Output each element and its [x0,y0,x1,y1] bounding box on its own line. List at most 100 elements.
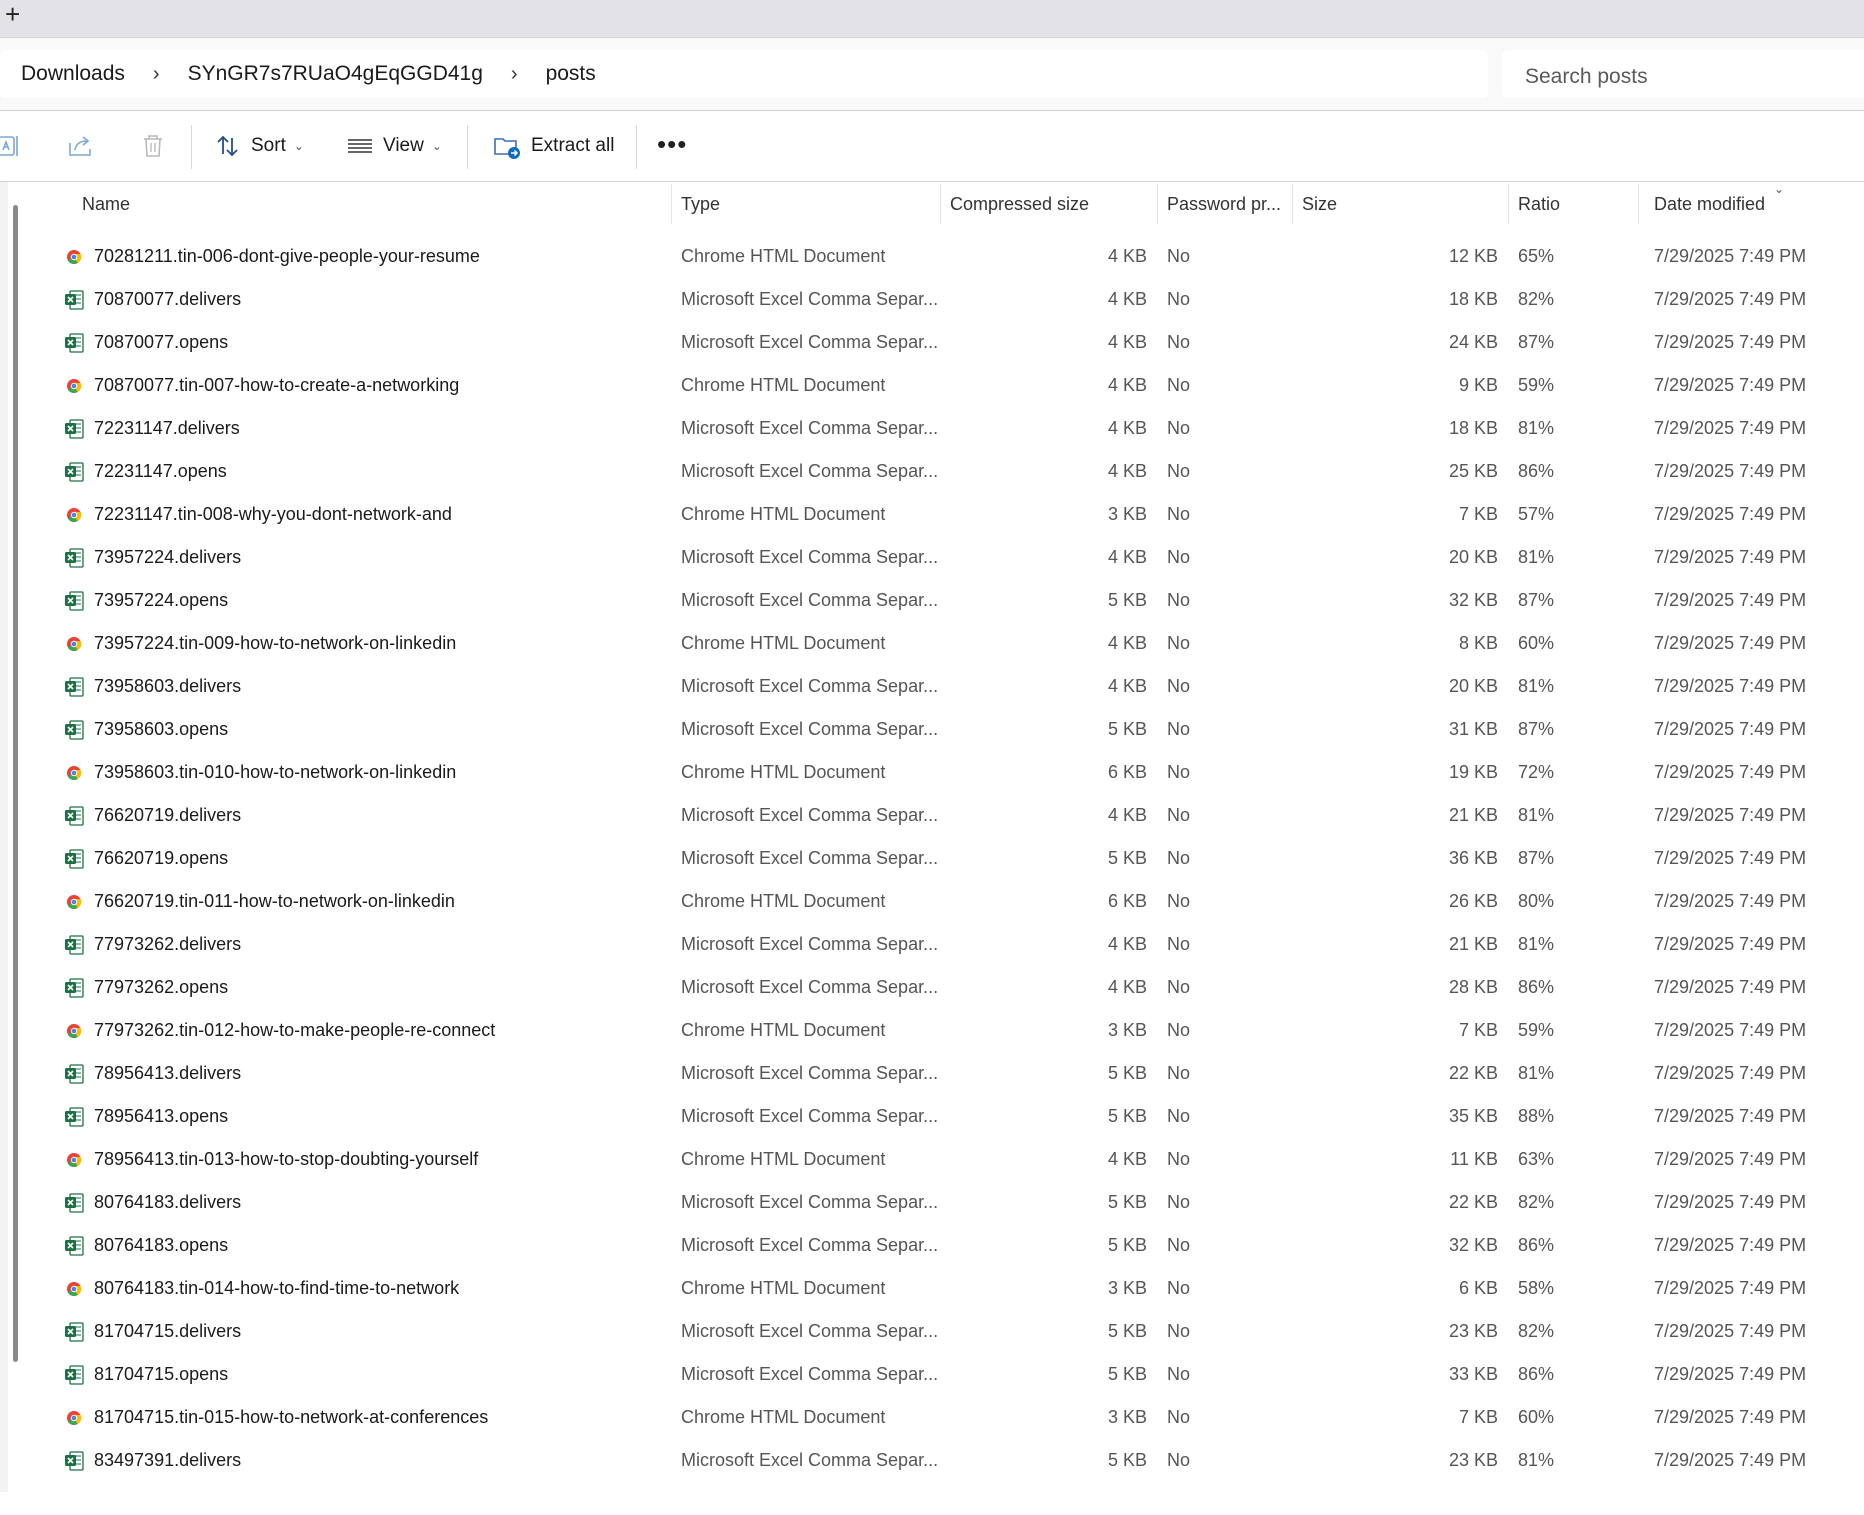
column-divider[interactable] [671,184,672,224]
sort-button[interactable]: Sort ⌄ [215,125,304,167]
file-row[interactable]: 78956413.tin-013-how-to-stop-doubting-yo… [30,1138,1864,1181]
column-divider[interactable] [1638,184,1639,224]
file-row[interactable]: 72231147.tin-008-why-you-dont-network-an… [30,493,1864,536]
file-row[interactable]: 80764183.delivers Microsoft Excel Comma … [30,1181,1864,1224]
file-type: Chrome HTML Document [681,1278,886,1298]
file-name: 70870077.tin-007-how-to-create-a-network… [94,375,460,395]
file-size: 18 KB [1448,418,1498,438]
chevron-down-icon: ⌄ [431,139,442,153]
chevron-right-icon[interactable]: › [125,63,160,86]
column-divider[interactable] [1157,184,1158,224]
file-row[interactable]: 70870077.tin-007-how-to-create-a-network… [30,364,1864,407]
file-row[interactable]: 80764183.tin-014-how-to-find-time-to-net… [30,1267,1864,1310]
file-compressed-size: 4 KB [1107,805,1147,825]
breadcrumb[interactable]: Downloads › SYnGR7s7RUaO4gEqGGD41g › pos… [0,50,1488,98]
file-rows: 70281211.tin-006-dont-give-people-your-r… [30,226,1864,1482]
file-row[interactable]: 70870077.opens Microsoft Excel Comma Sep… [30,321,1864,364]
share-icon[interactable] [66,131,96,161]
column-header-type[interactable]: Type [681,182,720,226]
file-row[interactable]: 76620719.tin-011-how-to-network-on-linke… [30,880,1864,923]
file-compressed-size: 5 KB [1107,1063,1147,1083]
file-password: No [1167,1063,1191,1083]
file-ratio: 87% [1518,332,1555,352]
file-row[interactable]: 70281211.tin-006-dont-give-people-your-r… [30,235,1864,278]
file-row[interactable]: 81704715.opens Microsoft Excel Comma Sep… [30,1353,1864,1396]
file-type: Microsoft Excel Comma Separ... [681,1235,939,1255]
file-row[interactable]: 78956413.opens Microsoft Excel Comma Sep… [30,1095,1864,1138]
more-options-icon[interactable]: ••• [657,131,687,157]
scrollbar[interactable] [13,205,18,1362]
file-ratio: 72% [1518,762,1555,782]
file-password: No [1167,676,1191,696]
file-row[interactable]: 73957224.delivers Microsoft Excel Comma … [30,536,1864,579]
breadcrumb-item-downloads[interactable]: Downloads [0,62,125,86]
file-type: Microsoft Excel Comma Separ... [681,977,939,997]
rename-icon[interactable] [0,131,26,161]
excel-icon [65,978,84,998]
column-divider[interactable] [940,184,941,224]
column-divider[interactable] [1292,184,1293,224]
excel-icon [65,1064,84,1084]
extract-all-button[interactable]: Extract all [493,125,614,167]
file-name: 81704715.tin-015-how-to-network-at-confe… [94,1407,489,1427]
file-row[interactable]: 76620719.delivers Microsoft Excel Comma … [30,794,1864,837]
file-ratio: 59% [1518,1020,1555,1040]
column-header-size[interactable]: Size [1302,182,1337,226]
file-row[interactable]: 83497391.delivers Microsoft Excel Comma … [30,1439,1864,1482]
file-row[interactable]: 77973262.tin-012-how-to-make-people-re-c… [30,1009,1864,1052]
column-divider[interactable] [1508,184,1509,224]
file-ratio: 86% [1518,977,1555,997]
file-row[interactable]: 80764183.opens Microsoft Excel Comma Sep… [30,1224,1864,1267]
column-header-password[interactable]: Password pr... [1167,182,1281,226]
chevron-right-icon[interactable]: › [483,63,518,86]
trash-icon[interactable] [138,131,168,161]
chrome-icon [67,1411,82,1425]
search-input[interactable] [1523,64,1847,90]
excel-icon [65,677,84,697]
file-row[interactable]: 81704715.tin-015-how-to-network-at-confe… [30,1396,1864,1439]
search-box[interactable] [1502,50,1864,98]
excel-icon [65,591,84,611]
file-compressed-size: 4 KB [1107,289,1147,309]
file-row[interactable]: 72231147.delivers Microsoft Excel Comma … [30,407,1864,450]
file-row[interactable]: 81704715.delivers Microsoft Excel Comma … [30,1310,1864,1353]
file-type: Chrome HTML Document [681,1020,886,1040]
file-row[interactable]: 77973262.delivers Microsoft Excel Comma … [30,923,1864,966]
file-row[interactable]: 78956413.delivers Microsoft Excel Comma … [30,1052,1864,1095]
file-row[interactable]: 72231147.opens Microsoft Excel Comma Sep… [30,450,1864,493]
breadcrumb-item-folder[interactable]: SYnGR7s7RUaO4gEqGGD41g [160,62,483,86]
file-row[interactable]: 73957224.opens Microsoft Excel Comma Sep… [30,579,1864,622]
excel-icon [65,1236,84,1256]
file-date-modified: 7/29/2025 7:49 PM [1654,848,1807,868]
file-ratio: 87% [1518,719,1555,739]
file-password: No [1167,461,1191,481]
toolbar-divider [636,125,637,169]
file-row[interactable]: 76620719.opens Microsoft Excel Comma Sep… [30,837,1864,880]
file-type: Microsoft Excel Comma Separ... [681,332,939,352]
file-row[interactable]: 73957224.tin-009-how-to-network-on-linke… [30,622,1864,665]
file-list: Name Type Compressed size Password pr...… [30,182,1864,1482]
file-compressed-size: 3 KB [1107,504,1147,524]
file-date-modified: 7/29/2025 7:49 PM [1654,676,1807,696]
column-header-compressed-size[interactable]: Compressed size [950,182,1089,226]
file-type: Chrome HTML Document [681,1149,886,1169]
file-compressed-size: 4 KB [1107,332,1147,352]
column-header-name[interactable]: Name [82,182,130,226]
column-header-ratio[interactable]: Ratio [1518,182,1560,226]
file-date-modified: 7/29/2025 7:49 PM [1654,1020,1807,1040]
column-header-date-modified[interactable]: Date modified [1654,182,1765,226]
file-date-modified: 7/29/2025 7:49 PM [1654,590,1807,610]
file-row[interactable]: 77973262.opens Microsoft Excel Comma Sep… [30,966,1864,1009]
new-tab-button[interactable]: + [5,1,35,31]
breadcrumb-item-posts[interactable]: posts [518,62,596,86]
file-compressed-size: 5 KB [1107,1450,1147,1470]
file-type: Microsoft Excel Comma Separ... [681,547,939,567]
file-type: Microsoft Excel Comma Separ... [681,805,939,825]
view-button[interactable]: View ⌄ [347,125,442,167]
file-row[interactable]: 73958603.tin-010-how-to-network-on-linke… [30,751,1864,794]
file-row[interactable]: 73958603.delivers Microsoft Excel Comma … [30,665,1864,708]
file-row[interactable]: 73958603.opens Microsoft Excel Comma Sep… [30,708,1864,751]
file-password: No [1167,1106,1191,1126]
file-row[interactable]: 70870077.delivers Microsoft Excel Comma … [30,278,1864,321]
file-name: 78956413.opens [94,1106,229,1126]
